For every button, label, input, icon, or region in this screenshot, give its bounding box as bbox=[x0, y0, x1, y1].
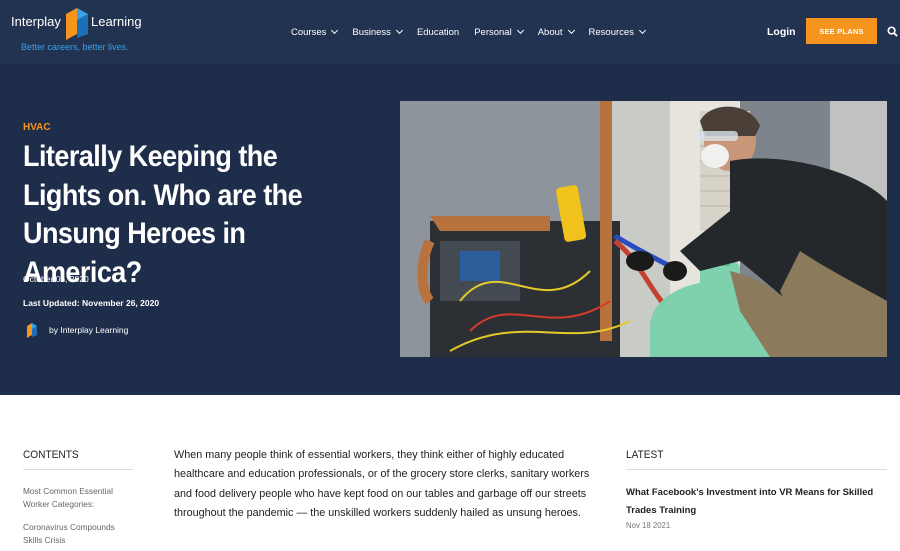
logo-cube-icon bbox=[66, 8, 88, 40]
nav-label: Courses bbox=[291, 26, 327, 38]
toc-item[interactable]: Coronavirus Compounds Skills Crisis bbox=[23, 521, 133, 547]
author-avatar-icon bbox=[27, 323, 37, 338]
logo-word-learning: Learning bbox=[91, 14, 142, 29]
nav-item-education[interactable]: Education bbox=[417, 24, 459, 40]
hvac-technician-photo bbox=[400, 101, 887, 357]
nav-item-about[interactable]: About bbox=[537, 24, 575, 40]
chevron-down-icon bbox=[395, 26, 403, 35]
publish-date: October 06, 2020 bbox=[23, 274, 89, 284]
latest-divider bbox=[626, 469, 887, 470]
article-category[interactable]: HVAC bbox=[23, 122, 51, 133]
table-of-contents: Most Common Essential Worker Categories:… bbox=[23, 485, 133, 551]
brand-logo[interactable]: Interplay Learning Better careers, bette… bbox=[11, 6, 151, 56]
contents-divider bbox=[23, 469, 133, 470]
nav-item-personal[interactable]: Personal bbox=[474, 24, 524, 40]
login-link[interactable]: Login bbox=[767, 26, 796, 38]
contents-heading: CONTENTS bbox=[23, 449, 79, 461]
latest-post-link[interactable]: What Facebook's Investment into VR Means… bbox=[626, 484, 896, 520]
nav-item-courses[interactable]: Courses bbox=[291, 24, 339, 40]
site-header: Interplay Learning Better careers, bette… bbox=[0, 0, 900, 64]
main-nav: Courses Business Education Personal Abou… bbox=[291, 24, 660, 40]
author-name: by Interplay Learning bbox=[49, 325, 129, 335]
article-title: Literally Keeping the Lights on. Who are… bbox=[23, 140, 303, 289]
search-icon[interactable] bbox=[887, 26, 898, 37]
chevron-down-icon bbox=[638, 26, 646, 35]
latest-heading: LATEST bbox=[626, 449, 664, 461]
chevron-down-icon bbox=[331, 26, 339, 35]
nav-label: Resources bbox=[588, 26, 634, 38]
brand-tagline: Better careers, better lives. bbox=[21, 42, 129, 52]
toc-item[interactable]: Most Common Essential Worker Categories: bbox=[23, 485, 133, 511]
nav-label: Personal bbox=[474, 26, 512, 38]
author-byline: by Interplay Learning bbox=[26, 322, 128, 338]
nav-item-business[interactable]: Business bbox=[352, 24, 403, 40]
see-plans-button[interactable]: SEE PLANS bbox=[806, 18, 877, 44]
logo-word-interplay: Interplay bbox=[11, 14, 61, 29]
photo-illustration bbox=[400, 101, 887, 357]
article-intro: When many people think of essential work… bbox=[174, 449, 590, 519]
last-updated: Last Updated: November 26, 2020 bbox=[23, 298, 160, 308]
nav-label: Business bbox=[352, 26, 391, 38]
nav-label: Education bbox=[416, 26, 460, 38]
chevron-down-icon bbox=[516, 26, 524, 35]
chevron-down-icon bbox=[567, 26, 575, 35]
nav-label: About bbox=[537, 26, 563, 38]
nav-item-resources[interactable]: Resources bbox=[588, 24, 646, 40]
latest-post-date: Nov 18 2021 bbox=[626, 521, 671, 530]
